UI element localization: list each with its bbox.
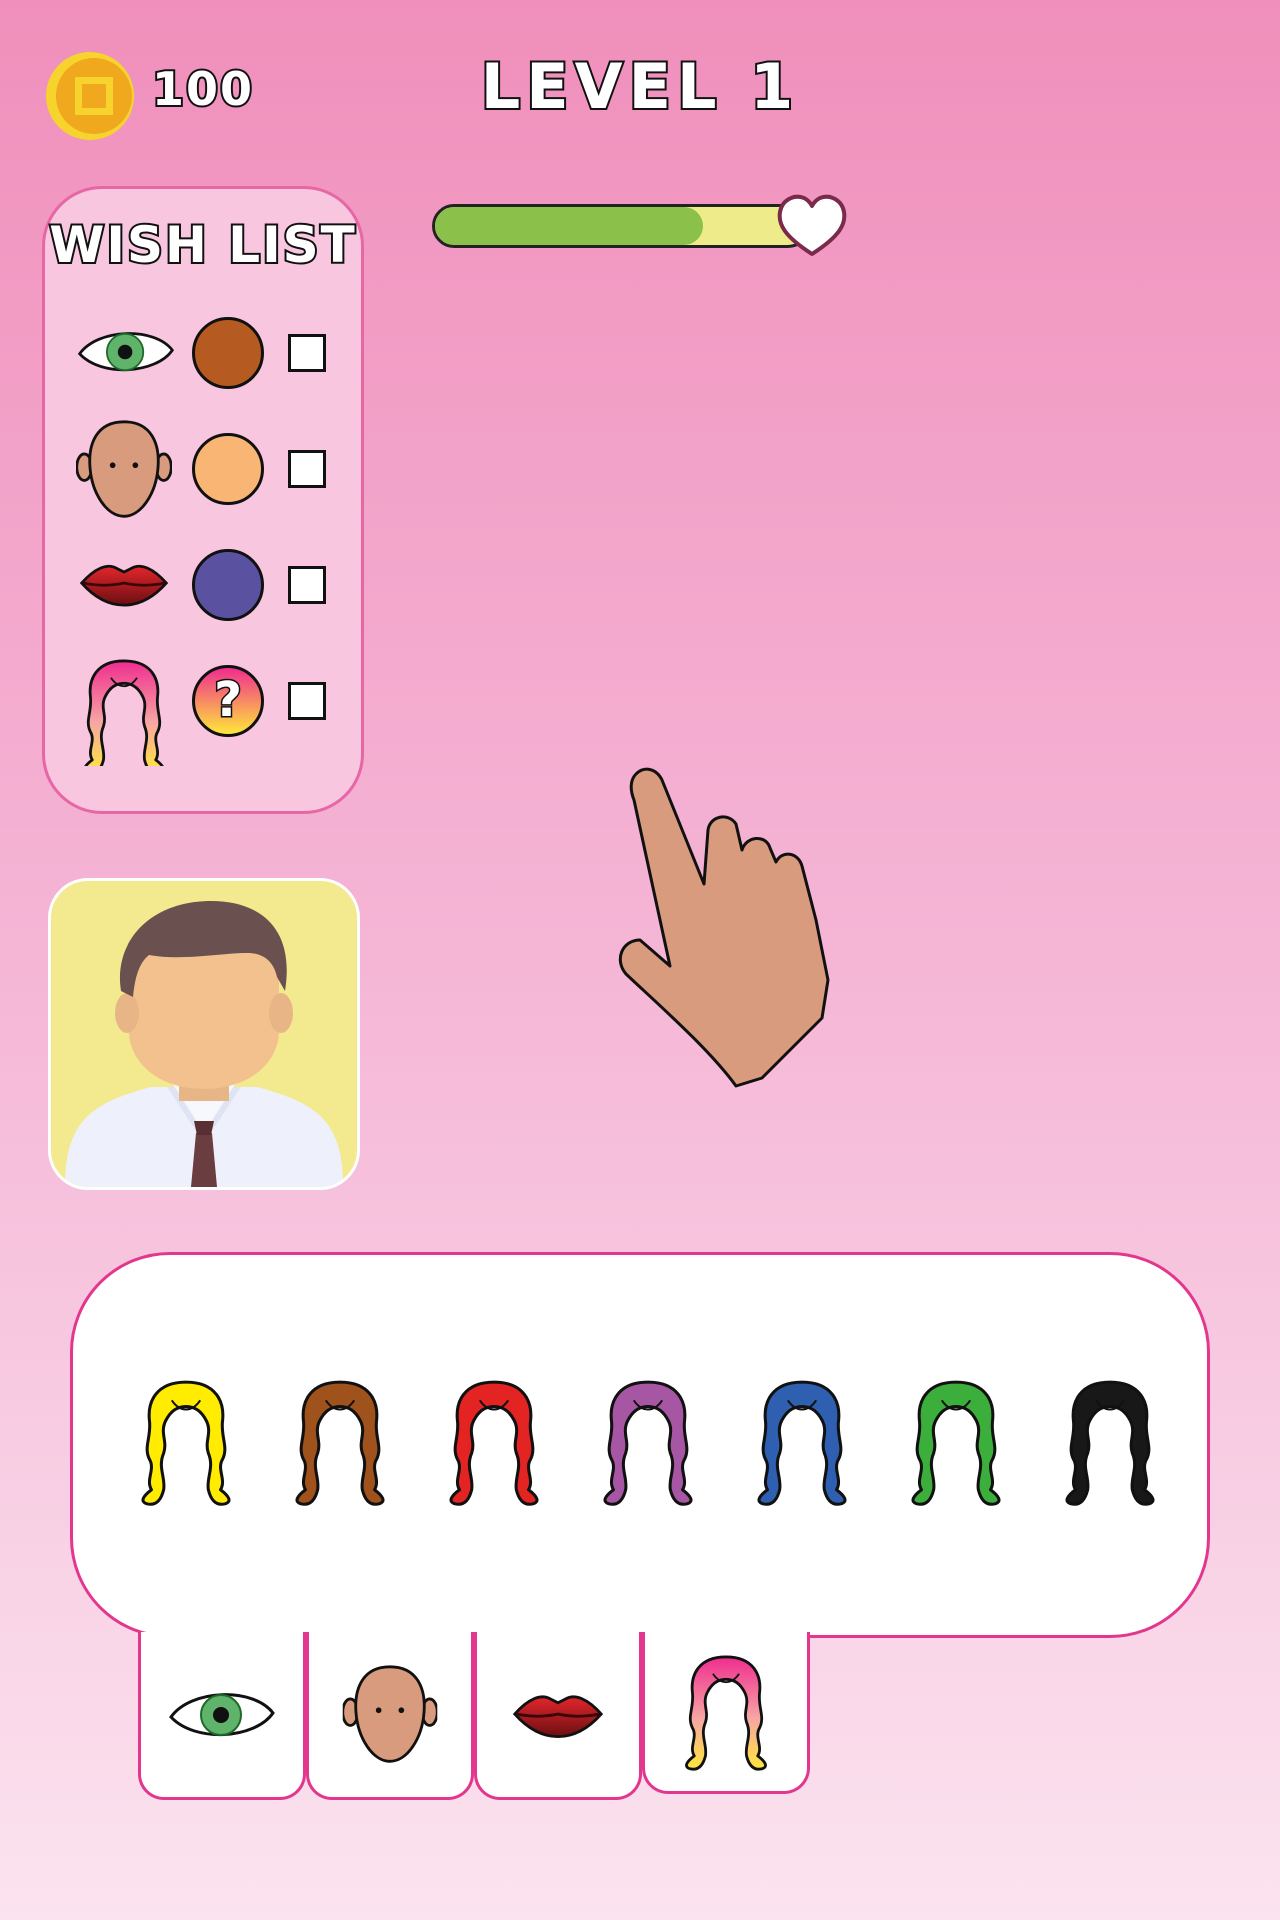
- hair-option-green[interactable]: [894, 1376, 1018, 1508]
- hair-option-blue[interactable]: [740, 1376, 864, 1508]
- hair-option-purple[interactable]: [586, 1376, 710, 1508]
- hair-icon: [670, 1651, 782, 1773]
- wishlist-item-face: [72, 420, 342, 520]
- progress-fill: [435, 207, 703, 245]
- lips-icon: [80, 564, 168, 607]
- tab-lips[interactable]: [474, 1632, 642, 1800]
- wishlist-checkbox: [288, 334, 326, 372]
- wishlist-checkbox: [288, 566, 326, 604]
- tab-face[interactable]: [306, 1632, 474, 1800]
- customer-avatar: [48, 878, 360, 1190]
- eye-icon: [78, 332, 174, 372]
- color-swatch: ?: [192, 665, 264, 737]
- progress-bar: [432, 204, 810, 248]
- wishlist-item-lips: [72, 536, 342, 636]
- hair-icon: [83, 659, 165, 766]
- eye-icon: [167, 1685, 277, 1745]
- wishlist-checkbox: [288, 450, 326, 488]
- hair-option-red[interactable]: [432, 1376, 556, 1508]
- tab-eye[interactable]: [138, 1632, 306, 1800]
- wishlist-item-eye: [72, 304, 342, 404]
- lips-icon: [511, 1689, 605, 1741]
- wishlist-checkbox: [288, 682, 326, 720]
- face-icon: [76, 420, 172, 518]
- color-swatch: [192, 433, 264, 505]
- face-icon: [342, 1663, 438, 1767]
- question-mark-icon: ?: [213, 671, 244, 730]
- level-title: LEVEL 1: [479, 48, 800, 125]
- coin-count: 100: [150, 60, 255, 118]
- coin-icon: [46, 52, 134, 140]
- wishlist-item-hair: ?: [72, 652, 342, 766]
- hair-option-brown[interactable]: [278, 1376, 402, 1508]
- color-swatch: [192, 317, 264, 389]
- color-swatch: [192, 549, 264, 621]
- pointing-hand-icon: [618, 767, 830, 1088]
- man-portrait-icon: [65, 901, 343, 1187]
- hair-option-yellow[interactable]: [124, 1376, 248, 1508]
- hair-option-black[interactable]: [1048, 1376, 1172, 1508]
- heart-icon: [777, 194, 847, 256]
- tab-hair[interactable]: [642, 1632, 810, 1794]
- wishlist-title: WISH LIST: [47, 214, 357, 276]
